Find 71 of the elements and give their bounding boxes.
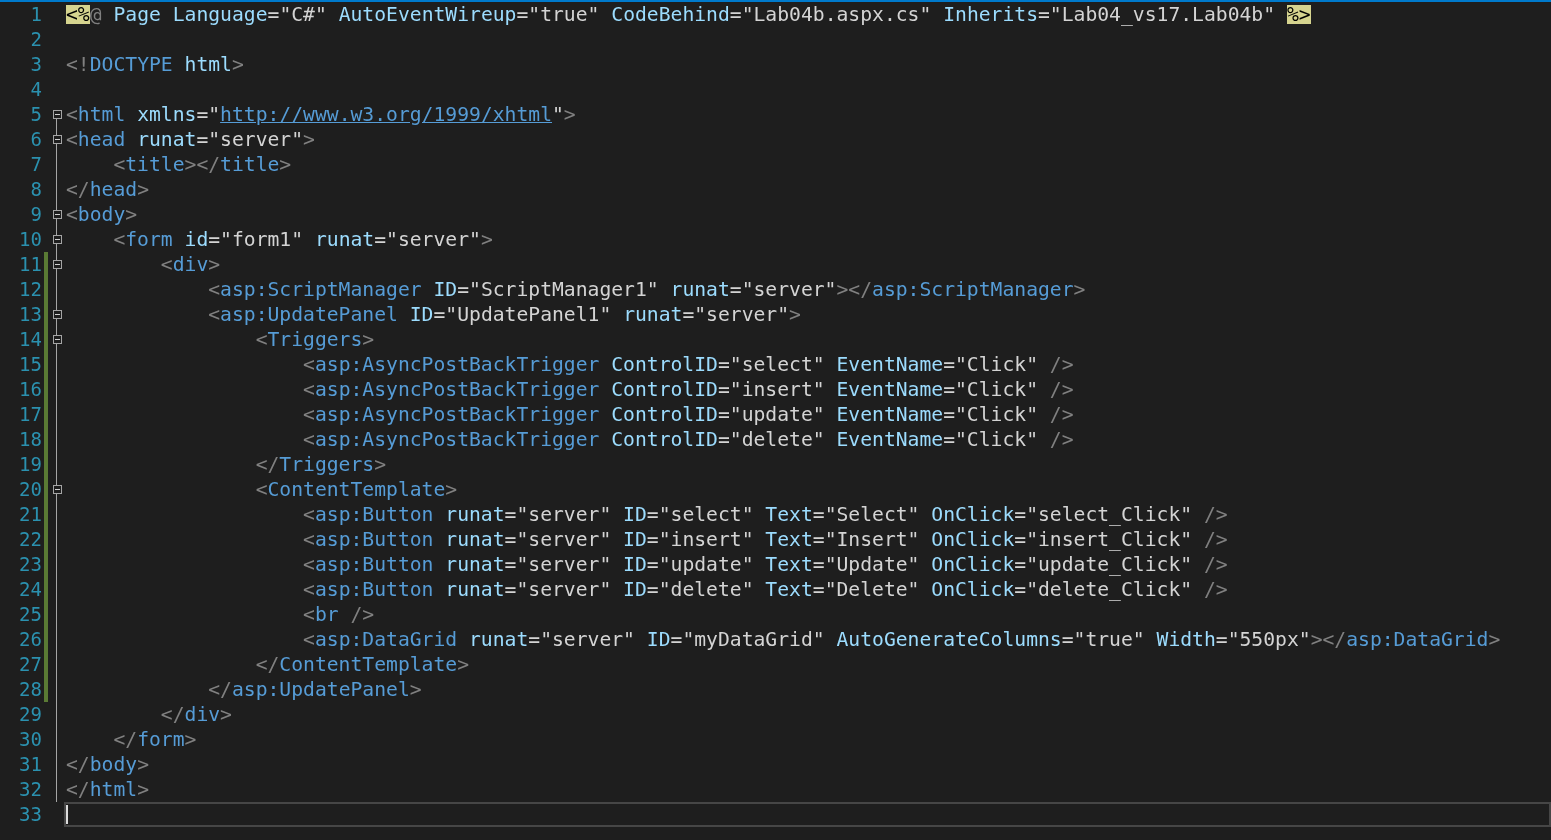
code-line: <asp:AsyncPostBackTrigger ControlID="update" EventName="Click" /> xyxy=(302,402,1075,427)
code-line: <asp:Button runat="server" ID="insert" Text="Insert" OnClick="insert_Click" /> xyxy=(302,527,1229,552)
line-number: 18 xyxy=(19,430,42,449)
code-line: </Triggers> xyxy=(254,452,388,477)
line-number: 12 xyxy=(19,280,42,299)
line-number: 22 xyxy=(19,530,42,549)
line-number: 33 xyxy=(19,805,42,824)
code-line: </ContentTemplate> xyxy=(254,652,470,677)
collapse-icon[interactable] xyxy=(52,110,62,119)
line-number: 4 xyxy=(30,80,42,99)
code-line: <html xmlns="http://www.w3.org/1999/xhtml"> xyxy=(65,102,577,127)
code-line: <ContentTemplate> xyxy=(254,477,459,502)
code-line: </html> xyxy=(65,777,150,802)
code-line: </div> xyxy=(159,702,233,727)
line-number: 21 xyxy=(19,505,42,524)
code-line: </form> xyxy=(112,727,198,752)
collapse-icon[interactable] xyxy=(52,135,62,144)
line-number: 15 xyxy=(19,355,42,374)
line-number: 14 xyxy=(19,330,42,349)
line-number: 13 xyxy=(19,305,42,324)
line-number: 19 xyxy=(19,455,42,474)
code-line: <head runat="server"> xyxy=(65,127,316,152)
code-line: <asp:Button runat="server" ID="update" Text="Update" OnClick="update_Click" /> xyxy=(302,552,1229,577)
line-number: 26 xyxy=(19,630,42,649)
code-line: <asp:ScriptManager ID="ScriptManager1" runat="server"></asp:ScriptManager> xyxy=(207,277,1087,302)
line-number: 31 xyxy=(19,755,42,774)
code-line: <form id="form1" runat="server"> xyxy=(112,227,494,252)
code-line: <!DOCTYPE html> xyxy=(65,52,245,77)
collapse-icon[interactable] xyxy=(52,310,62,319)
code-line: <br /> xyxy=(302,602,376,627)
text-cursor xyxy=(66,805,68,824)
code-line: </body> xyxy=(65,752,150,777)
line-number: 7 xyxy=(30,155,42,174)
code-line: </head> xyxy=(65,177,150,202)
code-line: <asp:UpdatePanel ID="UpdatePanel1" runat="server"> xyxy=(207,302,802,327)
code-line: <div> xyxy=(159,252,222,277)
code-line: <asp:DataGrid runat="server" ID="myDataGrid" AutoGenerateColumns="true" Width="550px"></asp:DataGrid> xyxy=(302,627,1502,652)
line-number: 27 xyxy=(19,655,42,674)
code-line: <asp:Button runat="server" ID="delete" Text="Delete" OnClick="delete_Click" /> xyxy=(302,577,1229,602)
line-number: 1 xyxy=(30,5,42,24)
line-number: 16 xyxy=(19,380,42,399)
collapse-icon[interactable] xyxy=(52,210,62,219)
line-number: 24 xyxy=(19,580,42,599)
code-line: <asp:Button runat="server" ID="select" Text="Select" OnClick="select_Click" /> xyxy=(302,502,1229,527)
line-number: 5 xyxy=(30,105,42,124)
code-line: <title></title> xyxy=(112,152,293,177)
code-line: </asp:UpdatePanel> xyxy=(207,677,423,702)
code-line: <asp:AsyncPostBackTrigger ControlID="select" EventName="Click" /> xyxy=(302,352,1075,377)
line-number: 23 xyxy=(19,555,42,574)
line-number: 11 xyxy=(19,255,42,274)
line-number: 25 xyxy=(19,605,42,624)
code-line: <asp:AsyncPostBackTrigger ControlID="insert" EventName="Click" /> xyxy=(302,377,1075,402)
code-line: <asp:AsyncPostBackTrigger ControlID="delete" EventName="Click" /> xyxy=(302,427,1075,452)
line-number: 6 xyxy=(30,130,42,149)
line-number: 2 xyxy=(30,30,42,49)
collapse-icon[interactable] xyxy=(52,335,62,344)
line-number: 9 xyxy=(30,205,42,224)
line-number: 8 xyxy=(30,180,42,199)
line-number: 17 xyxy=(19,405,42,424)
collapse-icon[interactable] xyxy=(52,260,62,269)
line-number: 28 xyxy=(19,680,42,699)
line-number: 30 xyxy=(19,730,42,749)
line-number: 10 xyxy=(19,230,42,249)
collapse-icon[interactable] xyxy=(52,235,62,244)
code-line: <Triggers> xyxy=(254,327,376,352)
line-number: 29 xyxy=(19,705,42,724)
line-number: 20 xyxy=(19,480,42,499)
code-line: <body> xyxy=(65,202,139,227)
line-number: 32 xyxy=(19,780,42,799)
line-number: 3 xyxy=(30,55,42,74)
collapse-icon[interactable] xyxy=(52,485,62,494)
